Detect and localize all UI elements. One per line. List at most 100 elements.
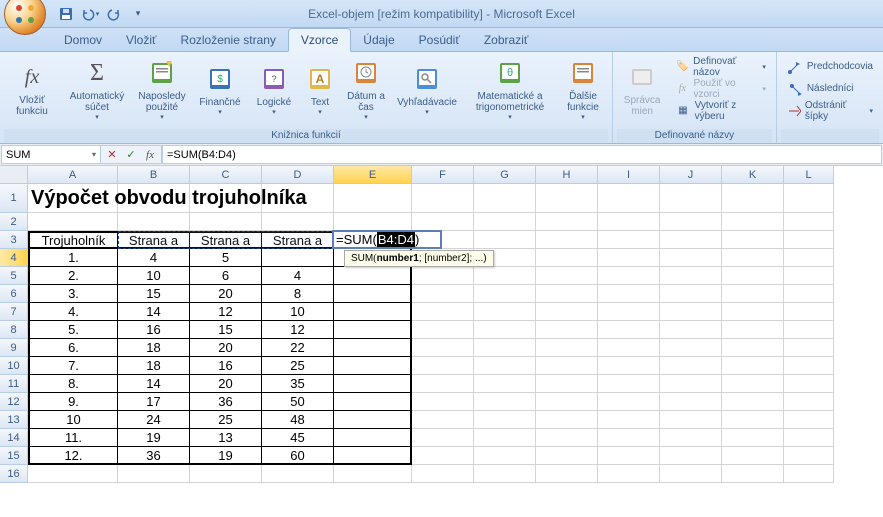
- cell-J4[interactable]: [660, 249, 722, 267]
- col-header-E[interactable]: E: [334, 166, 412, 184]
- trace-precedents-button[interactable]: Predchodcovia: [785, 56, 875, 77]
- row-header-1[interactable]: 1: [0, 184, 28, 213]
- financial-button[interactable]: $ Finančné ▾: [192, 54, 248, 124]
- cell-L12[interactable]: [784, 393, 834, 411]
- cell-F5[interactable]: [412, 267, 474, 285]
- cell-H8[interactable]: [536, 321, 598, 339]
- tab-domov[interactable]: Domov: [52, 29, 114, 51]
- cell-I15[interactable]: [598, 447, 660, 465]
- cell-L5[interactable]: [784, 267, 834, 285]
- cell-I16[interactable]: [598, 465, 660, 483]
- cell-I10[interactable]: [598, 357, 660, 375]
- cell-C6[interactable]: 20: [190, 285, 262, 303]
- cell-L10[interactable]: [784, 357, 834, 375]
- cell-C8[interactable]: 15: [190, 321, 262, 339]
- cell-E7[interactable]: [334, 303, 412, 321]
- cell-C16[interactable]: [190, 465, 262, 483]
- logical-button[interactable]: ? Logické ▾: [250, 54, 298, 124]
- cell-D7[interactable]: 10: [262, 303, 334, 321]
- cell-K14[interactable]: [722, 429, 784, 447]
- cell-L15[interactable]: [784, 447, 834, 465]
- cell-A1[interactable]: Výpočet obvodu trojuholníka: [28, 184, 118, 213]
- cell-B3[interactable]: Strana a: [118, 231, 190, 249]
- cell-H12[interactable]: [536, 393, 598, 411]
- cell-D10[interactable]: 25: [262, 357, 334, 375]
- cell-K6[interactable]: [722, 285, 784, 303]
- cell-D12[interactable]: 50: [262, 393, 334, 411]
- col-header-I[interactable]: I: [598, 166, 660, 184]
- cell-F16[interactable]: [412, 465, 474, 483]
- cell-K13[interactable]: [722, 411, 784, 429]
- use-in-formula-button[interactable]: fxPoužiť vo vzorci ▾: [673, 78, 768, 99]
- cell-J1[interactable]: [660, 184, 722, 213]
- row-header-11[interactable]: 11: [0, 375, 28, 393]
- save-icon[interactable]: [56, 4, 76, 24]
- cell-H11[interactable]: [536, 375, 598, 393]
- cell-A16[interactable]: [28, 465, 118, 483]
- cell-K15[interactable]: [722, 447, 784, 465]
- cell-K3[interactable]: [722, 231, 784, 249]
- cell-J13[interactable]: [660, 411, 722, 429]
- remove-arrows-button[interactable]: Odstrániť šípky ▾: [785, 100, 875, 121]
- row-header-4[interactable]: 4: [0, 249, 28, 267]
- cell-G6[interactable]: [474, 285, 536, 303]
- col-header-L[interactable]: L: [784, 166, 834, 184]
- grid[interactable]: Výpočet obvodu trojuholníkaTrojuholníkSt…: [28, 184, 883, 483]
- cell-D9[interactable]: 22: [262, 339, 334, 357]
- datetime-button[interactable]: Dátum a čas ▾: [342, 54, 390, 124]
- tab-zobrazit[interactable]: Zobraziť: [472, 29, 541, 51]
- cell-A11[interactable]: 8.: [28, 375, 118, 393]
- row-header-3[interactable]: 3: [0, 231, 28, 249]
- cell-E9[interactable]: [334, 339, 412, 357]
- lookup-button[interactable]: Vyhľadávacie ▾: [392, 54, 462, 124]
- cell-H1[interactable]: [536, 184, 598, 213]
- col-header-G[interactable]: G: [474, 166, 536, 184]
- cell-K1[interactable]: [722, 184, 784, 213]
- cell-L13[interactable]: [784, 411, 834, 429]
- cell-B15[interactable]: 36: [118, 447, 190, 465]
- tab-vzorce[interactable]: Vzorce: [288, 28, 351, 52]
- qat-customize-icon[interactable]: ▾: [128, 4, 148, 24]
- cell-F7[interactable]: [412, 303, 474, 321]
- fx-button-icon[interactable]: fx: [142, 147, 158, 163]
- cell-L16[interactable]: [784, 465, 834, 483]
- cancel-formula-icon[interactable]: ✕: [104, 147, 120, 163]
- more-functions-button[interactable]: Ďalšie funkcie ▾: [558, 54, 608, 124]
- recent-button[interactable]: Naposledy použité ▾: [134, 54, 190, 124]
- cell-C13[interactable]: 25: [190, 411, 262, 429]
- cell-K7[interactable]: [722, 303, 784, 321]
- cell-D4[interactable]: [262, 249, 334, 267]
- cell-G14[interactable]: [474, 429, 536, 447]
- cell-E14[interactable]: [334, 429, 412, 447]
- cell-B6[interactable]: 15: [118, 285, 190, 303]
- cell-J15[interactable]: [660, 447, 722, 465]
- cell-J16[interactable]: [660, 465, 722, 483]
- cell-B5[interactable]: 10: [118, 267, 190, 285]
- cell-F11[interactable]: [412, 375, 474, 393]
- cell-H14[interactable]: [536, 429, 598, 447]
- cell-A9[interactable]: 6.: [28, 339, 118, 357]
- cell-G7[interactable]: [474, 303, 536, 321]
- cell-K2[interactable]: [722, 213, 784, 231]
- cell-C5[interactable]: 6: [190, 267, 262, 285]
- cell-I4[interactable]: [598, 249, 660, 267]
- cell-J6[interactable]: [660, 285, 722, 303]
- cell-G5[interactable]: [474, 267, 536, 285]
- cell-J8[interactable]: [660, 321, 722, 339]
- cell-L11[interactable]: [784, 375, 834, 393]
- cell-J14[interactable]: [660, 429, 722, 447]
- cell-E2[interactable]: [334, 213, 412, 231]
- cell-C12[interactable]: 36: [190, 393, 262, 411]
- cell-L4[interactable]: [784, 249, 834, 267]
- cell-E11[interactable]: [334, 375, 412, 393]
- cell-I5[interactable]: [598, 267, 660, 285]
- cell-A2[interactable]: [28, 213, 118, 231]
- col-header-D[interactable]: D: [262, 166, 334, 184]
- create-from-selection-button[interactable]: ▦Vytvoriť z výberu: [673, 100, 768, 121]
- cell-J2[interactable]: [660, 213, 722, 231]
- cell-B8[interactable]: 16: [118, 321, 190, 339]
- cell-J5[interactable]: [660, 267, 722, 285]
- cell-G12[interactable]: [474, 393, 536, 411]
- cell-F8[interactable]: [412, 321, 474, 339]
- cell-B10[interactable]: 18: [118, 357, 190, 375]
